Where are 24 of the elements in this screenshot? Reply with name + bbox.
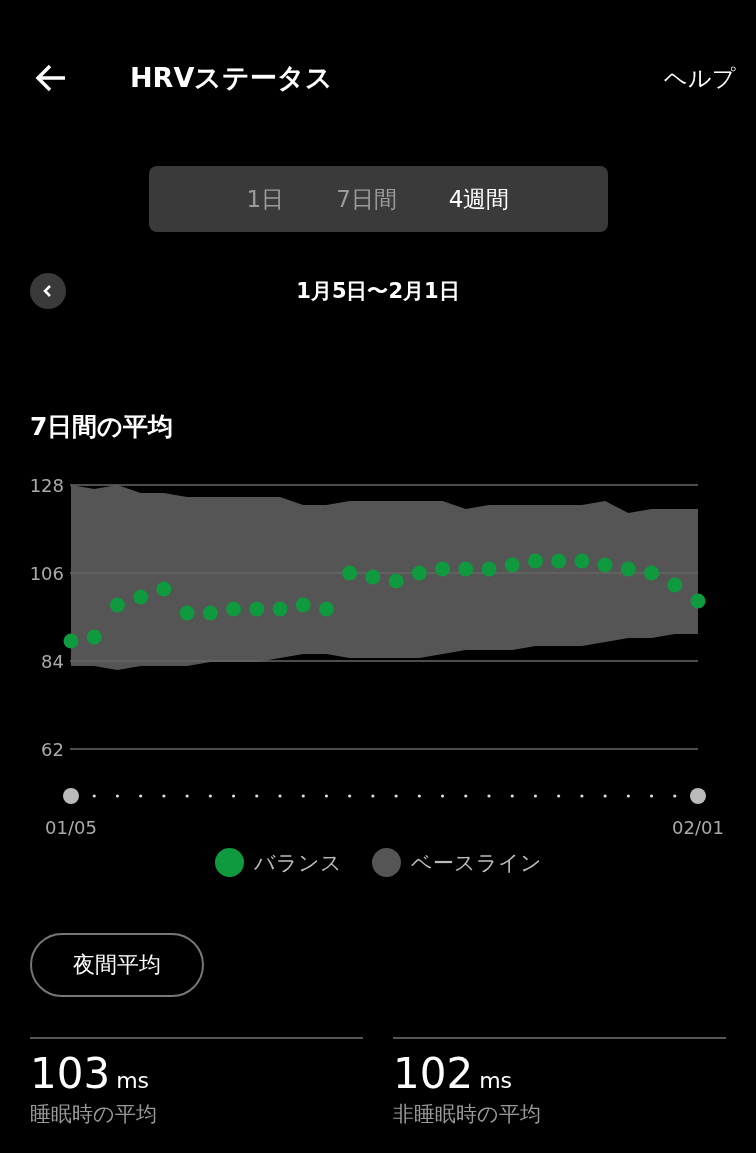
stat-label: 睡眠時の平均 [30,1101,158,1128]
stat-value: 102 [393,1049,474,1098]
stat-unit: ms [116,1068,150,1093]
previous-button[interactable] [30,273,66,309]
legend-label: バランス [253,849,342,877]
x-axis-label: 02/01 [672,817,724,838]
y-axis-label: 84 [41,651,64,672]
legend-label: ベースライン [410,849,542,877]
date-range: 1月5日〜2月1日 [295,278,461,305]
y-axis-label: 128 [29,475,64,496]
night-average-button[interactable]: 夜間平均 [30,933,204,997]
y-axis-label: 62 [41,739,64,760]
stat-label: 非睡眠時の平均 [393,1101,542,1128]
period-tab[interactable]: 4週間 [422,175,536,223]
period-tab[interactable]: 7日間 [310,175,423,223]
chevron-left-icon [42,284,54,298]
help-link[interactable]: ヘルプ [664,62,736,94]
y-axis-label: 106 [29,563,64,584]
stat-value: 103 [30,1049,111,1098]
period-tab[interactable]: 1日 [220,175,311,223]
page-title: HRVステータス [130,61,335,95]
stat-unit: ms [479,1068,513,1093]
x-axis-label: 01/05 [45,817,97,838]
section-title: 7日間の平均 [30,411,175,443]
